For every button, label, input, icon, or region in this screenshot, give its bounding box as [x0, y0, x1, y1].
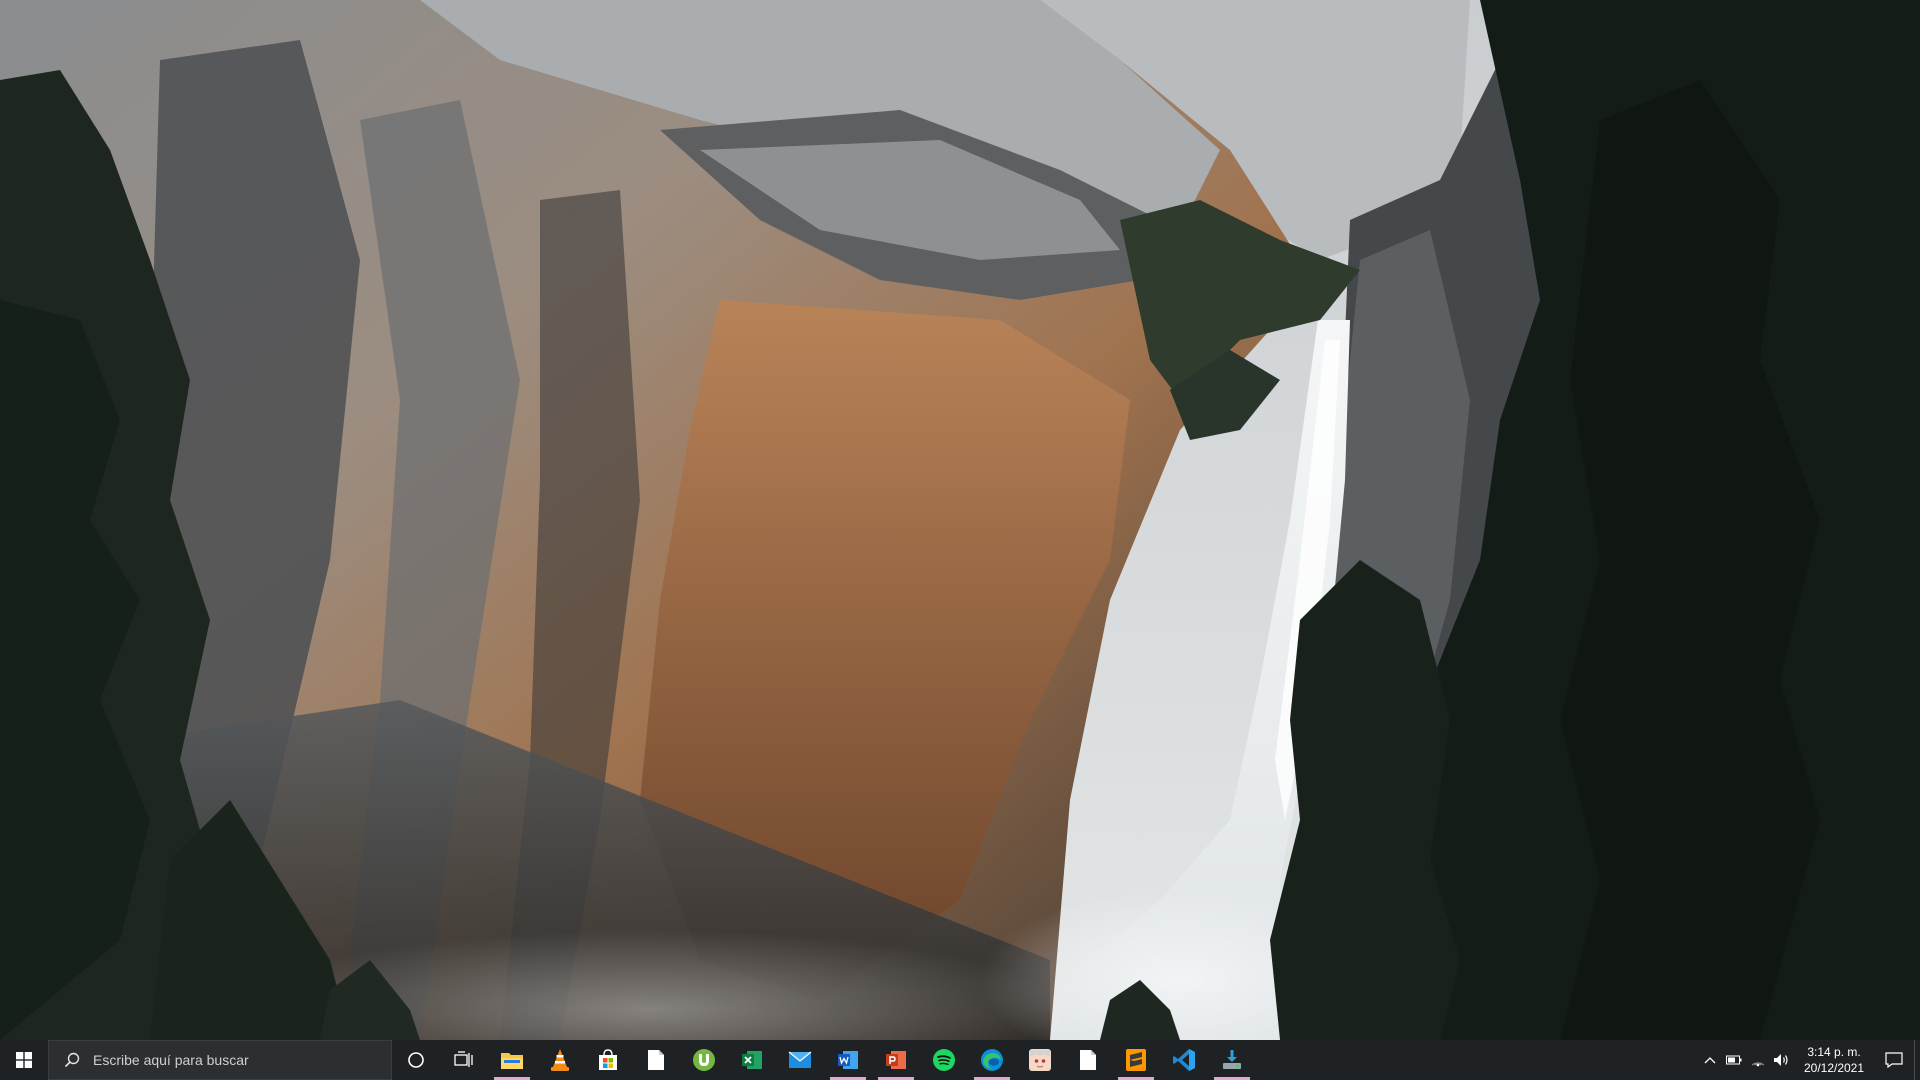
battery-icon	[1726, 1055, 1742, 1065]
vlc-cone-icon	[551, 1049, 569, 1071]
powerpoint-icon	[886, 1051, 906, 1069]
wifi-icon	[1751, 1062, 1765, 1067]
landscape-wallpaper	[0, 0, 1920, 1040]
search-box[interactable]	[48, 1040, 392, 1080]
show-desktop-button[interactable]	[1914, 1040, 1920, 1080]
start-button[interactable]	[0, 1040, 48, 1080]
taskbar-app-spotify[interactable]	[920, 1040, 968, 1080]
taskbar-app-powerpoint[interactable]	[872, 1040, 920, 1080]
clock-date: 20/12/2021	[1803, 1061, 1865, 1075]
blank-document-icon	[648, 1050, 664, 1070]
cortana-button[interactable]	[392, 1040, 440, 1080]
clock-time: 3:14 p. m.	[1807, 1045, 1861, 1059]
clock[interactable]: 3:14 p. m. 20/12/2021	[1794, 1040, 1874, 1080]
show-hidden-icons-button[interactable]	[1698, 1040, 1722, 1080]
folder-icon	[501, 1053, 523, 1069]
taskbar-app-anime[interactable]	[1016, 1040, 1064, 1080]
taskbar-app-vlc[interactable]	[536, 1040, 584, 1080]
taskbar-app-microsoft-store[interactable]	[584, 1040, 632, 1080]
spotify-icon	[933, 1049, 955, 1071]
utorrent-icon	[693, 1049, 715, 1071]
taskbar-app-installer[interactable]	[1208, 1040, 1256, 1080]
blank-document-icon	[1080, 1050, 1096, 1070]
windows-logo-icon	[16, 1052, 32, 1068]
action-center-button[interactable]	[1874, 1040, 1914, 1080]
excel-icon	[742, 1051, 762, 1069]
task-view-button[interactable]	[440, 1040, 488, 1080]
chevron-up-icon	[1704, 1057, 1716, 1064]
taskbar-app-vscode[interactable]	[1160, 1040, 1208, 1080]
notification-icon	[1885, 1052, 1903, 1068]
task-view-icon	[454, 1051, 473, 1067]
taskbar-app-document-2[interactable]	[1064, 1040, 1112, 1080]
taskbar-app-file-explorer[interactable]	[488, 1040, 536, 1080]
edge-icon	[981, 1049, 1003, 1071]
taskbar-app-sublime-text[interactable]	[1112, 1040, 1160, 1080]
character-avatar-icon	[1029, 1049, 1051, 1071]
installer-icon	[1223, 1050, 1241, 1069]
taskbar-app-edge[interactable]	[968, 1040, 1016, 1080]
circle-icon	[408, 1052, 424, 1068]
system-tray: 3:14 p. m. 20/12/2021	[1698, 1040, 1920, 1080]
vscode-icon	[1173, 1049, 1195, 1071]
search-input[interactable]	[93, 1052, 373, 1068]
taskbar-app-utorrent[interactable]	[680, 1040, 728, 1080]
network-button[interactable]	[1746, 1040, 1770, 1080]
sublime-text-icon	[1126, 1049, 1146, 1071]
taskbar: 3:14 p. m. 20/12/2021	[0, 1040, 1920, 1080]
taskbar-app-excel[interactable]	[728, 1040, 776, 1080]
word-icon	[838, 1051, 858, 1069]
volume-icon	[1774, 1054, 1788, 1066]
search-icon	[61, 1049, 83, 1071]
mail-icon	[788, 1051, 812, 1068]
volume-button[interactable]	[1770, 1040, 1794, 1080]
battery-button[interactable]	[1722, 1040, 1746, 1080]
desktop-wallpaper[interactable]	[0, 0, 1920, 1040]
taskbar-app-document[interactable]	[632, 1040, 680, 1080]
store-bag-icon	[599, 1049, 617, 1070]
taskbar-app-word[interactable]	[824, 1040, 872, 1080]
taskbar-app-mail[interactable]	[776, 1040, 824, 1080]
